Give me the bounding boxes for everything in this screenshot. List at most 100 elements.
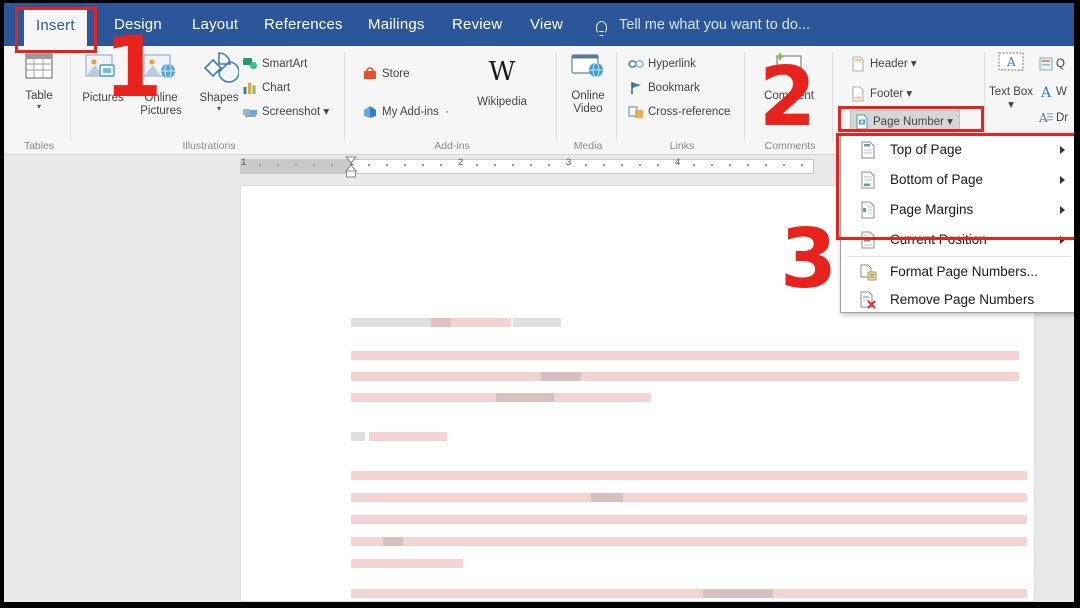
tab-mailings[interactable]: Mailings <box>356 12 437 38</box>
doc-text-line <box>513 318 561 327</box>
doc-text-line <box>351 432 365 441</box>
wordart-label: W <box>1056 86 1067 98</box>
tab-view[interactable]: View <box>518 12 575 38</box>
cross-reference-button[interactable]: Cross-reference <box>628 102 730 122</box>
shapes-button-label: Shapes <box>199 92 239 104</box>
drop-cap-label: Dr <box>1056 112 1069 124</box>
doc-text-line <box>383 537 403 546</box>
screenshot-button[interactable]: Screenshot ▾ <box>242 102 329 122</box>
drop-cap-button[interactable]: A Dr <box>1038 108 1068 128</box>
cross-reference-label: Cross-reference <box>648 106 731 118</box>
ruler-number: 4 <box>675 157 681 168</box>
online-video-button[interactable]: Online Video <box>559 52 617 115</box>
smartart-button[interactable]: SmartArt <box>242 54 307 74</box>
lightbulb-icon <box>596 21 607 36</box>
group-label-tables: Tables <box>23 140 55 152</box>
shapes-icon <box>199 50 240 89</box>
tab-layout-label: Layout <box>192 16 239 33</box>
text-box-button[interactable]: A Text Box ▾ <box>986 50 1036 111</box>
tab-references-label: References <box>264 16 343 33</box>
my-addins-icon <box>362 104 378 120</box>
group-label-illustrations: Illustrations <box>182 140 236 152</box>
annotation-step-3: 3 <box>780 212 838 307</box>
tab-view-label: View <box>530 16 564 33</box>
annotation-box-page-number <box>838 106 984 132</box>
doc-text-line <box>351 515 1027 524</box>
store-icon <box>362 66 378 82</box>
bookmark-button[interactable]: Bookmark <box>628 78 700 98</box>
wikipedia-button[interactable]: W Wikipedia <box>466 54 538 109</box>
text-box-label: Text Box ▾ <box>988 86 1034 111</box>
header-label: Header ▾ <box>870 58 917 70</box>
annotation-step-2: 2 <box>759 50 817 145</box>
wordart-icon: A <box>1038 84 1054 101</box>
format-page-numbers-icon <box>860 263 877 281</box>
wordart-button[interactable]: A W <box>1038 82 1067 102</box>
menu-item-remove-page-numbers[interactable]: Remove Page Numbers <box>842 286 1074 314</box>
tab-review[interactable]: Review <box>440 12 514 38</box>
ribbon-group-links: Hyperlink Bookmark Cross-reference Links <box>620 46 744 154</box>
remove-page-numbers-icon <box>860 291 877 309</box>
doc-text-line <box>591 493 623 502</box>
chart-button[interactable]: Chart <box>242 78 290 98</box>
group-separator <box>70 52 71 142</box>
footer-button[interactable]: Footer ▾ <box>850 84 912 104</box>
group-separator <box>984 52 985 142</box>
tell-me-search[interactable]: Tell me what you want to do... <box>619 12 810 38</box>
footer-label: Footer ▾ <box>870 88 913 100</box>
doc-text-line <box>351 589 1027 598</box>
svg-text:W: W <box>489 57 516 87</box>
menu-item-label: Format Page Numbers... <box>890 264 1038 279</box>
hyperlink-label: Hyperlink <box>648 58 696 70</box>
quick-parts-button[interactable]: Q <box>1038 54 1065 74</box>
group-separator <box>832 52 833 142</box>
word-window: Insert Design Layout References Mailings… <box>4 3 1074 602</box>
tab-review-label: Review <box>452 16 503 33</box>
group-separator <box>744 52 745 142</box>
menu-item-format-page-numbers[interactable]: Format Page Numbers... <box>842 258 1074 286</box>
ruler-number: 3 <box>566 157 572 168</box>
ribbon-tab-strip: Insert Design Layout References Mailings… <box>4 3 1074 46</box>
drop-cap-icon: A <box>1038 110 1054 126</box>
hyperlink-icon <box>628 56 644 72</box>
hyperlink-button[interactable]: Hyperlink <box>628 54 696 74</box>
ruler-text-area <box>350 159 814 174</box>
quick-parts-label: Q <box>1056 58 1065 70</box>
table-button[interactable]: Table ▾ <box>10 50 68 111</box>
smartart-label: SmartArt <box>262 58 308 70</box>
tab-mailings-label: Mailings <box>368 16 425 33</box>
table-button-label: Table <box>25 90 53 102</box>
menu-item-label: Remove Page Numbers <box>890 292 1035 307</box>
doc-text-line <box>369 432 447 441</box>
shapes-button[interactable]: Shapes ▾ <box>190 50 248 113</box>
screenshot-icon <box>242 104 258 120</box>
online-video-icon <box>568 52 608 87</box>
online-video-label: Online Video <box>571 90 605 115</box>
doc-text-line <box>541 372 581 381</box>
ruler-margin-left <box>240 159 350 174</box>
text-box-icon: A <box>993 50 1029 83</box>
store-button[interactable]: Store <box>362 64 410 84</box>
group-separator <box>344 52 345 142</box>
group-label-addins: Add-ins <box>434 140 470 152</box>
header-icon <box>850 56 866 72</box>
annotation-step-1: 1 <box>104 18 163 116</box>
chart-label: Chart <box>262 82 291 94</box>
tab-references[interactable]: References <box>252 12 355 38</box>
screenshot-label: Screenshot ▾ <box>262 106 330 118</box>
header-button[interactable]: Header ▾ <box>850 54 917 74</box>
svg-text:A: A <box>1040 85 1052 100</box>
cross-reference-icon <box>628 104 644 120</box>
tab-layout[interactable]: Layout <box>180 12 250 38</box>
group-separator <box>556 52 557 142</box>
doc-text-line <box>351 537 1027 546</box>
my-addins-button[interactable]: My Add-ins · <box>362 102 449 122</box>
group-label-media: Media <box>573 140 603 152</box>
doc-text-line <box>703 589 773 598</box>
group-separator <box>616 52 617 142</box>
annotation-box-insert-tab <box>15 7 97 53</box>
quick-parts-icon <box>1038 56 1054 72</box>
ribbon-group-tables: Table ▾ Tables <box>8 46 70 154</box>
doc-text-line <box>351 351 1019 360</box>
ribbon-group-media: Online Video Media <box>560 46 616 154</box>
